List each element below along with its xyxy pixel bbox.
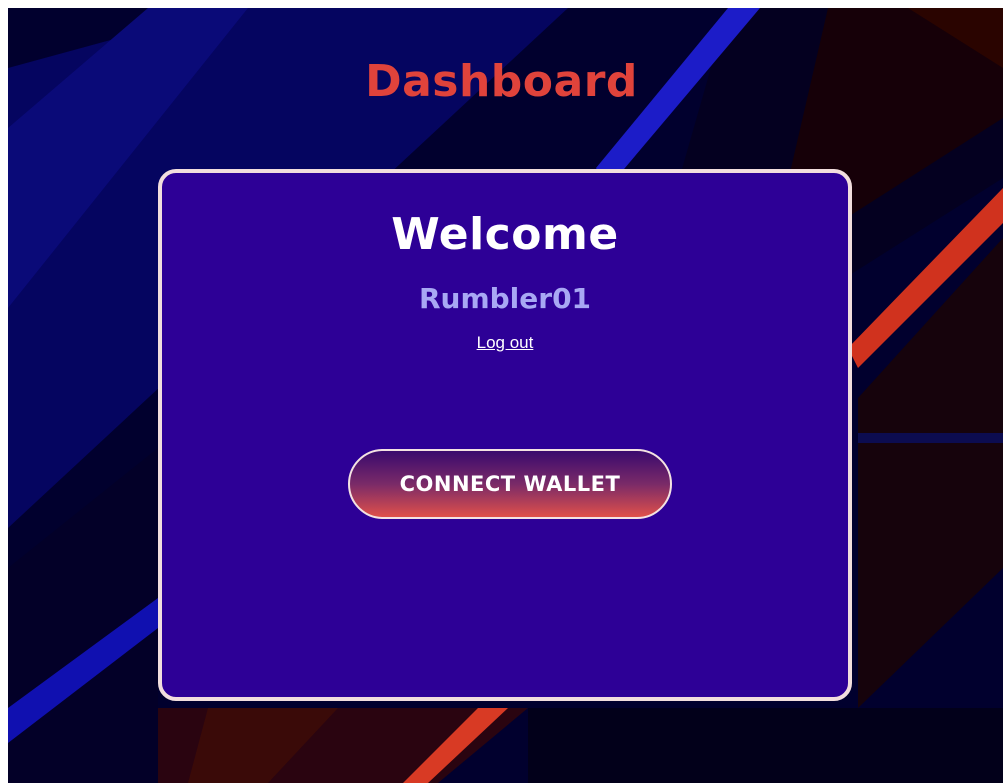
- logout-link[interactable]: Log out: [477, 333, 534, 353]
- page-title: Dashboard: [365, 56, 638, 107]
- welcome-card: Welcome Rumbler01 Log out CONNECT WALLET: [158, 169, 852, 701]
- welcome-heading: Welcome: [391, 209, 619, 260]
- connect-wallet-button[interactable]: CONNECT WALLET: [348, 449, 672, 519]
- username-label: Rumbler01: [418, 282, 592, 315]
- page-viewport: Dashboard Welcome Rumbler01 Log out CONN…: [8, 8, 1003, 783]
